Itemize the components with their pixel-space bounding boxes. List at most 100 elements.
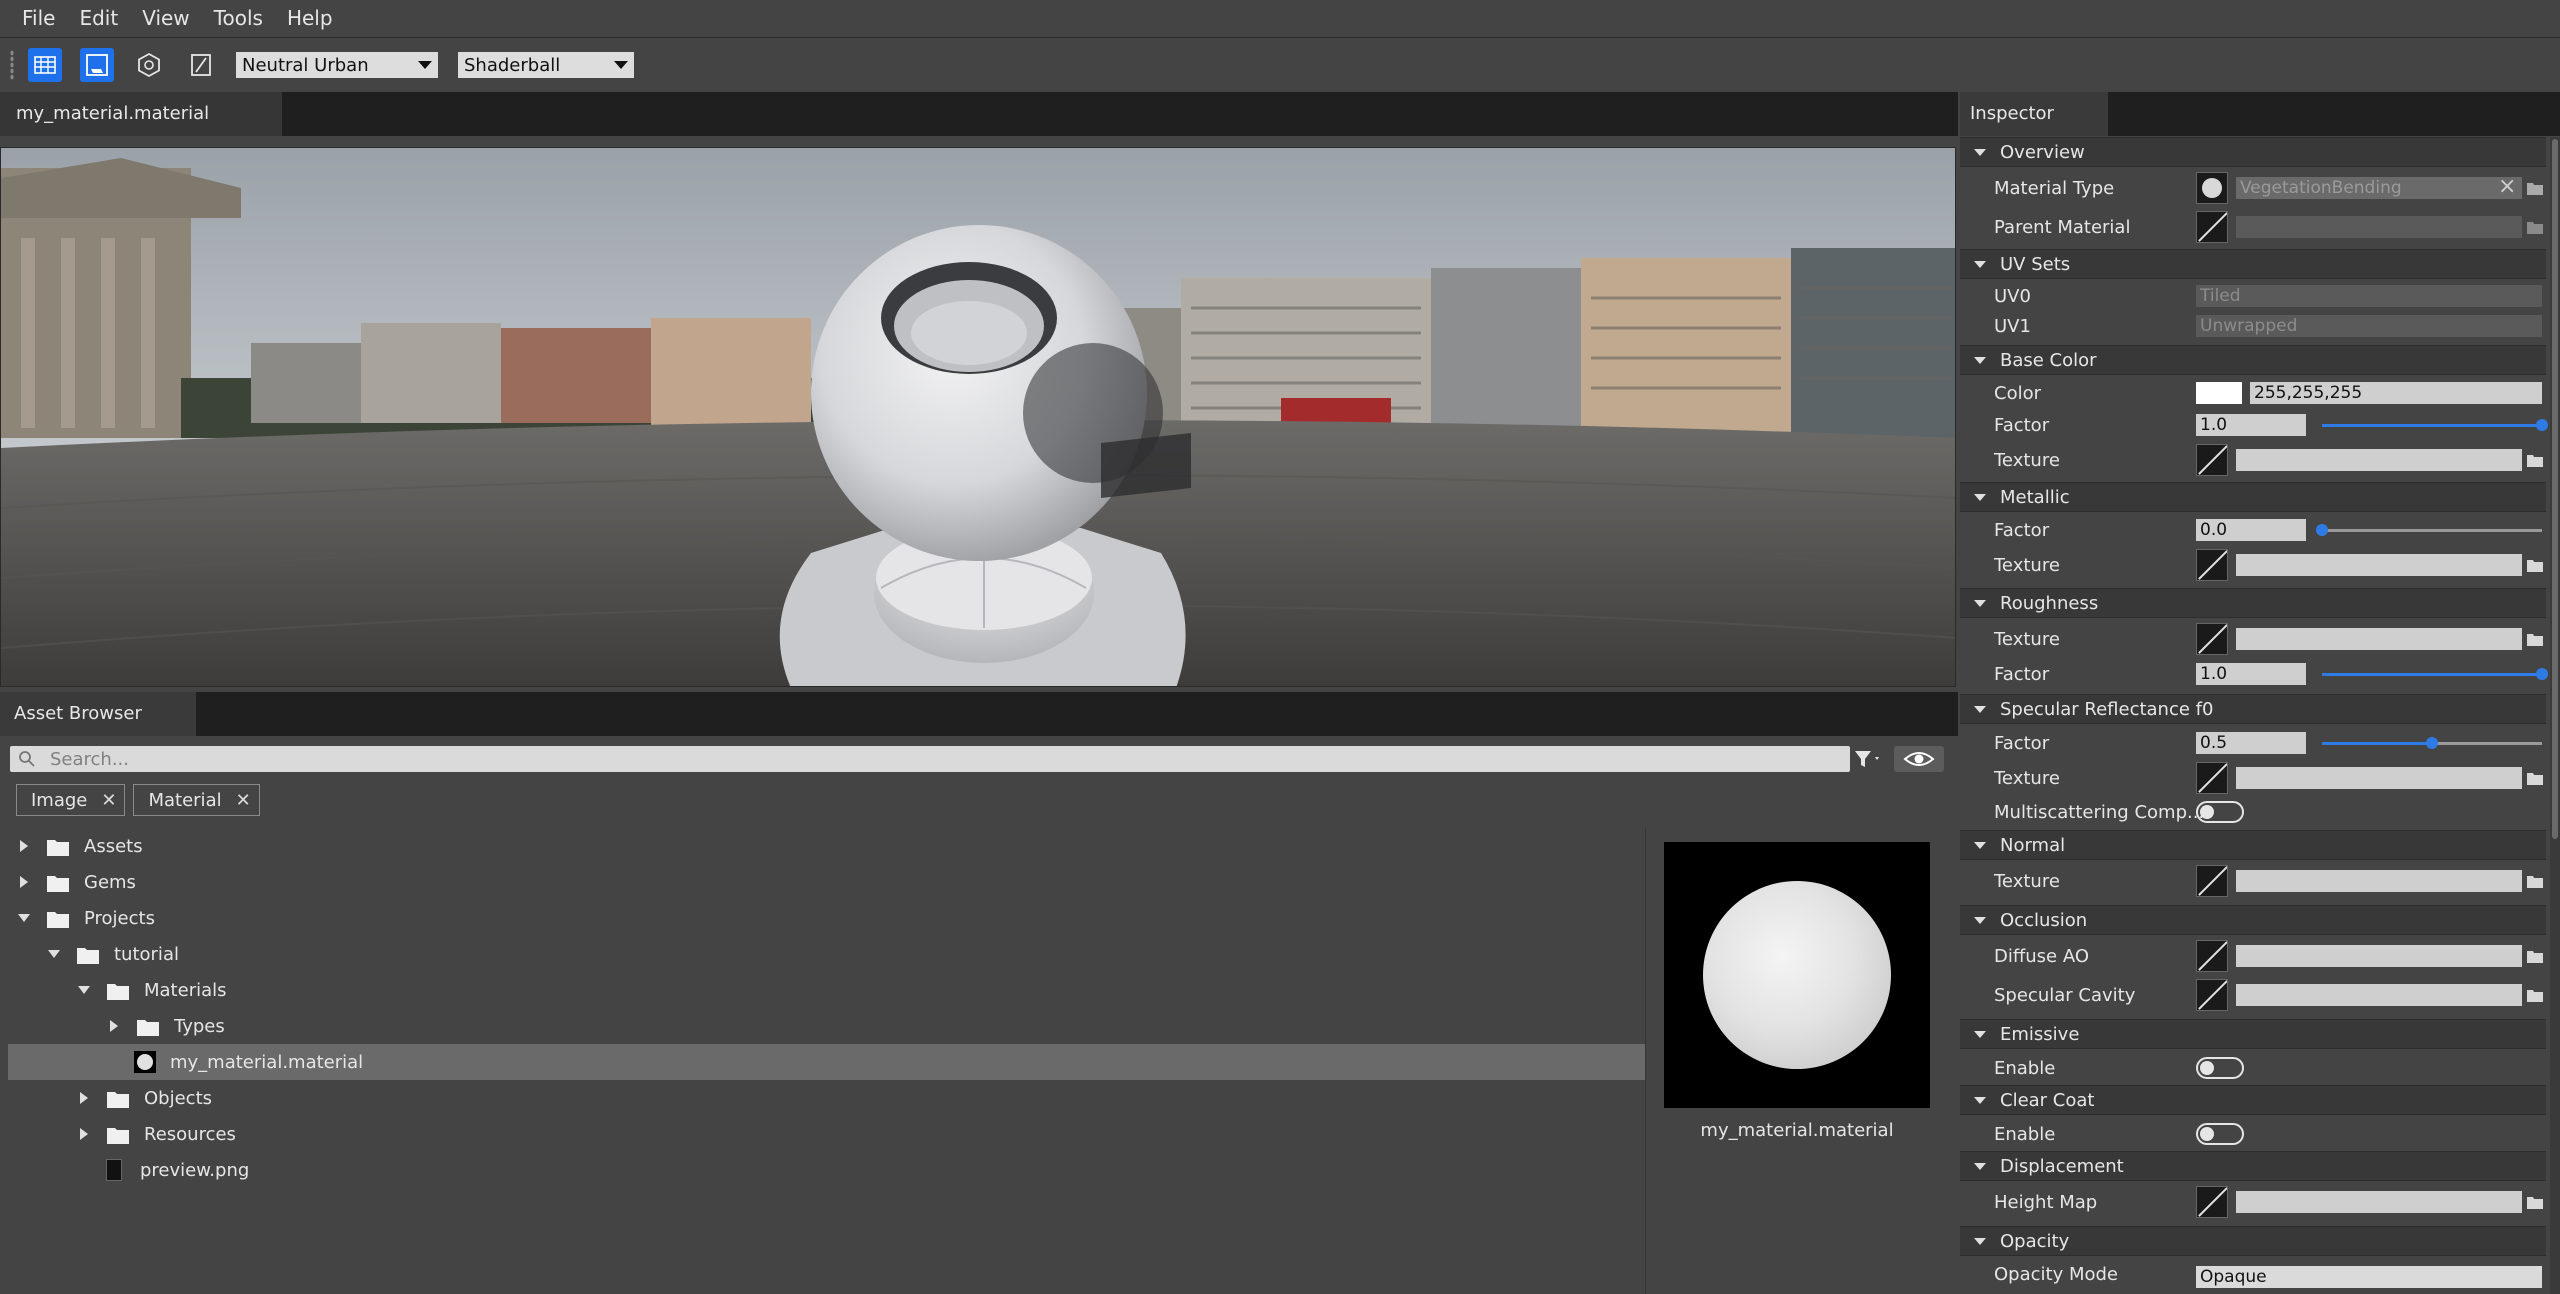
section-specular-reflectance[interactable]: Specular Reflectance f0 xyxy=(1960,694,2546,724)
menu-tools[interactable]: Tools xyxy=(202,0,275,38)
tree-item-preview-png[interactable]: preview.png xyxy=(8,1152,1646,1188)
browse-folder-icon[interactable] xyxy=(2524,945,2546,967)
tree-item-gems[interactable]: Gems xyxy=(8,864,1646,900)
factor-slider[interactable] xyxy=(2322,737,2542,749)
opacity-mode-dropdown[interactable]: Opaque xyxy=(2196,1266,2542,1288)
filter-button[interactable] xyxy=(1850,746,1886,772)
browse-folder-icon[interactable] xyxy=(2524,628,2546,650)
tab-viewport[interactable]: my_material.material xyxy=(0,92,282,136)
tree-item-materials[interactable]: Materials xyxy=(8,972,1646,1008)
collapse-arrow-icon[interactable] xyxy=(76,982,92,998)
prop-base-color-factor: Factor 1.0 xyxy=(1960,409,2548,441)
menu-edit[interactable]: Edit xyxy=(67,0,130,38)
material-viewport[interactable] xyxy=(0,147,1956,687)
toggle-shadow-catcher-button[interactable] xyxy=(80,48,114,82)
section-normal[interactable]: Normal xyxy=(1960,830,2546,860)
texture-path-field[interactable] xyxy=(2236,554,2522,576)
empty-texture-thumbnail xyxy=(2196,762,2228,794)
section-occlusion[interactable]: Occlusion xyxy=(1960,905,2546,935)
filter-chips: Image ✕ Material ✕ xyxy=(16,784,268,816)
factor-input[interactable]: 0.5 xyxy=(2196,732,2306,754)
factor-slider[interactable] xyxy=(2316,524,2542,536)
collapse-arrow-icon[interactable] xyxy=(46,946,62,962)
uv1-field[interactable]: Unwrapped xyxy=(2196,315,2542,337)
browse-folder-icon[interactable] xyxy=(2524,767,2546,789)
browse-folder-icon[interactable] xyxy=(2524,984,2546,1006)
section-roughness[interactable]: Roughness xyxy=(1960,588,2546,618)
texture-path-field[interactable] xyxy=(2236,449,2522,471)
expand-arrow-icon[interactable] xyxy=(16,838,32,854)
section-clear-coat[interactable]: Clear Coat xyxy=(1960,1085,2546,1115)
tree-item-projects[interactable]: Projects xyxy=(8,900,1646,936)
tree-item-resources[interactable]: Resources xyxy=(8,1116,1646,1152)
tab-asset-browser[interactable]: Asset Browser xyxy=(0,692,196,736)
section-overview[interactable]: Overview xyxy=(1960,137,2546,167)
search-bar[interactable] xyxy=(10,746,1850,772)
inspector-scrollbar[interactable] xyxy=(2550,137,2560,1294)
expand-arrow-icon[interactable] xyxy=(76,1126,92,1142)
search-input[interactable] xyxy=(50,748,1830,770)
browse-folder-icon[interactable] xyxy=(2524,449,2546,471)
tree-item-tutorial[interactable]: tutorial xyxy=(8,936,1646,972)
close-icon[interactable]: ✕ xyxy=(101,790,116,811)
section-emissive[interactable]: Emissive xyxy=(1960,1019,2546,1049)
section-uv-sets[interactable]: UV Sets xyxy=(1960,249,2546,279)
menu-view[interactable]: View xyxy=(130,0,201,38)
section-base-color[interactable]: Base Color xyxy=(1960,345,2546,375)
toolbar-grip-icon[interactable] xyxy=(10,50,14,80)
multiscattering-toggle[interactable] xyxy=(2196,801,2244,823)
factor-input[interactable]: 1.0 xyxy=(2196,414,2306,436)
menu-file[interactable]: File xyxy=(10,0,67,38)
tree-item-my-material[interactable]: my_material.material xyxy=(8,1044,1646,1080)
section-displacement[interactable]: Displacement xyxy=(1960,1151,2546,1181)
browse-folder-icon[interactable] xyxy=(2524,216,2546,238)
expand-arrow-icon[interactable] xyxy=(76,1090,92,1106)
scrollbar-thumb[interactable] xyxy=(2552,139,2558,839)
show-preview-toggle[interactable] xyxy=(1894,746,1944,772)
browse-folder-icon[interactable] xyxy=(2524,554,2546,576)
browse-folder-icon[interactable] xyxy=(2524,870,2546,892)
color-swatch[interactable] xyxy=(2196,382,2242,404)
close-icon[interactable]: ✕ xyxy=(236,790,251,811)
color-value-field[interactable]: 255,255,255 xyxy=(2250,382,2542,404)
texture-path-field[interactable] xyxy=(2236,1191,2522,1213)
tree-item-label: Types xyxy=(174,1015,225,1037)
texture-path-field[interactable] xyxy=(2236,870,2522,892)
texture-path-field[interactable] xyxy=(2236,984,2522,1006)
collapse-arrow-icon[interactable] xyxy=(16,910,32,926)
model-preset-dropdown[interactable]: Shaderball xyxy=(458,52,634,78)
menu-help[interactable]: Help xyxy=(275,0,345,38)
prop-label: Color xyxy=(1994,382,2041,404)
texture-path-field[interactable] xyxy=(2236,628,2522,650)
factor-slider[interactable] xyxy=(2322,668,2548,680)
expand-arrow-icon[interactable] xyxy=(106,1018,122,1034)
prop-label: UV0 xyxy=(1994,285,2031,307)
section-title: Roughness xyxy=(2000,592,2099,614)
clear-icon[interactable]: × xyxy=(2498,176,2516,198)
clear-coat-enable-toggle[interactable] xyxy=(2196,1123,2244,1145)
tree-item-objects[interactable]: Objects xyxy=(8,1080,1646,1116)
toggle-alternate-skybox-button[interactable] xyxy=(132,48,166,82)
browse-folder-icon[interactable] xyxy=(2524,177,2546,199)
emissive-enable-toggle[interactable] xyxy=(2196,1057,2244,1079)
folder-icon xyxy=(46,909,70,928)
tree-item-assets[interactable]: Assets xyxy=(8,828,1646,864)
display-mapper-button[interactable] xyxy=(184,48,218,82)
lighting-preset-dropdown[interactable]: Neutral Urban xyxy=(236,52,438,78)
prop-label: Parent Material xyxy=(1994,216,2131,238)
tab-inspector[interactable]: Inspector xyxy=(1960,92,2108,136)
filter-chip-image: Image ✕ xyxy=(16,784,126,816)
tree-item-label: Projects xyxy=(84,907,155,929)
browse-folder-icon[interactable] xyxy=(2524,1191,2546,1213)
factor-input[interactable]: 1.0 xyxy=(2196,663,2306,685)
tree-item-types[interactable]: Types xyxy=(8,1008,1646,1044)
factor-input[interactable]: 0.0 xyxy=(2196,519,2306,541)
section-opacity[interactable]: Opacity xyxy=(1960,1226,2546,1256)
factor-slider[interactable] xyxy=(2322,419,2548,431)
toggle-grid-button[interactable] xyxy=(28,48,62,82)
texture-path-field[interactable] xyxy=(2236,767,2522,789)
expand-arrow-icon[interactable] xyxy=(16,874,32,890)
uv0-field[interactable]: Tiled xyxy=(2196,285,2542,307)
section-metallic[interactable]: Metallic xyxy=(1960,482,2546,512)
texture-path-field[interactable] xyxy=(2236,945,2522,967)
